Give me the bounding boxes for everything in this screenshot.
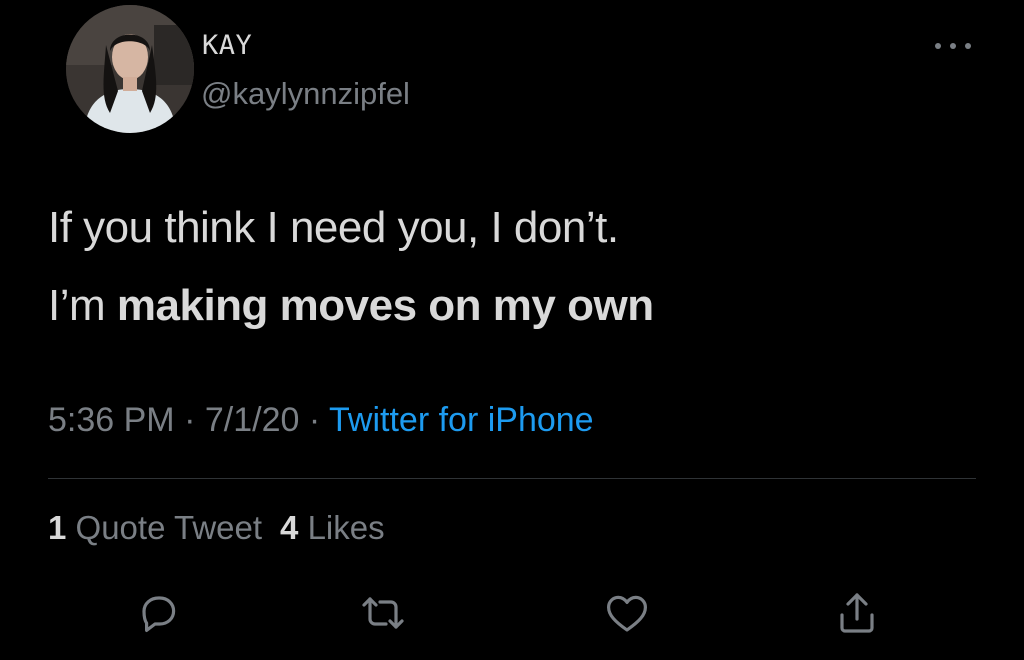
- tweet-time[interactable]: 5:36 PM: [48, 401, 175, 439]
- tweet-text-line-1: If you think I need you, I don’t.: [48, 203, 619, 252]
- profile-photo-icon: [66, 5, 194, 133]
- like-button[interactable]: [600, 586, 654, 640]
- likes-stat[interactable]: 4 Likes: [280, 509, 385, 546]
- likes-label: Likes: [307, 509, 385, 546]
- reply-icon: [142, 596, 176, 632]
- reply-button[interactable]: [132, 586, 186, 640]
- tweet-source-link[interactable]: Twitter for iPhone: [329, 401, 594, 439]
- tweet-text-line-2: I’m making moves on my own: [48, 281, 654, 331]
- user-handle[interactable]: @kaylynnzipfel: [201, 76, 410, 112]
- quote-tweets-stat[interactable]: 1 Quote Tweet: [48, 509, 262, 546]
- tweet-metadata: 5:36 PM · 7/1/20 · Twitter for iPhone: [48, 401, 594, 440]
- quote-count: 1: [48, 509, 67, 546]
- retweet-icon: [362, 597, 404, 629]
- display-name[interactable]: KAY: [202, 30, 252, 61]
- share-button[interactable]: [830, 586, 884, 640]
- tweet-text-bold: making moves on my own: [116, 281, 654, 330]
- tweet-date[interactable]: 7/1/20: [205, 401, 300, 439]
- tweet-text-prefix: I’m: [48, 281, 117, 330]
- meta-separator: ·: [184, 401, 196, 439]
- more-options-icon[interactable]: [932, 36, 974, 56]
- tweet-stats: 1 Quote Tweet 4 Likes: [48, 509, 385, 547]
- heart-icon: [607, 595, 647, 632]
- meta-separator: ·: [308, 401, 321, 439]
- tweet-detail: KAY @kaylynnzipfel If you think I need y…: [0, 0, 1024, 660]
- quote-label: Quote Tweet: [75, 509, 263, 546]
- avatar[interactable]: [66, 5, 194, 133]
- retweet-button[interactable]: [356, 586, 410, 640]
- like-count: 4: [280, 509, 299, 546]
- share-icon: [840, 593, 874, 633]
- divider: [48, 478, 976, 479]
